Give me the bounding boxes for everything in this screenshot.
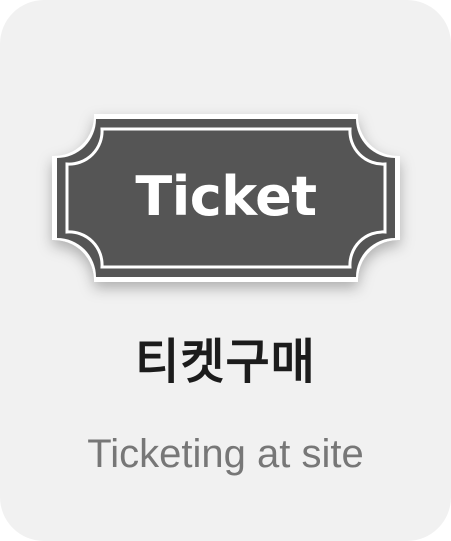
card-title: 티켓구매 (135, 334, 316, 390)
ticket-icon: Ticket (50, 112, 402, 284)
ticketing-card[interactable]: Ticket 티켓구매 Ticketing at site (0, 0, 451, 541)
card-subtitle: Ticketing at site (87, 432, 364, 476)
ticket-label: Ticket (135, 164, 317, 228)
